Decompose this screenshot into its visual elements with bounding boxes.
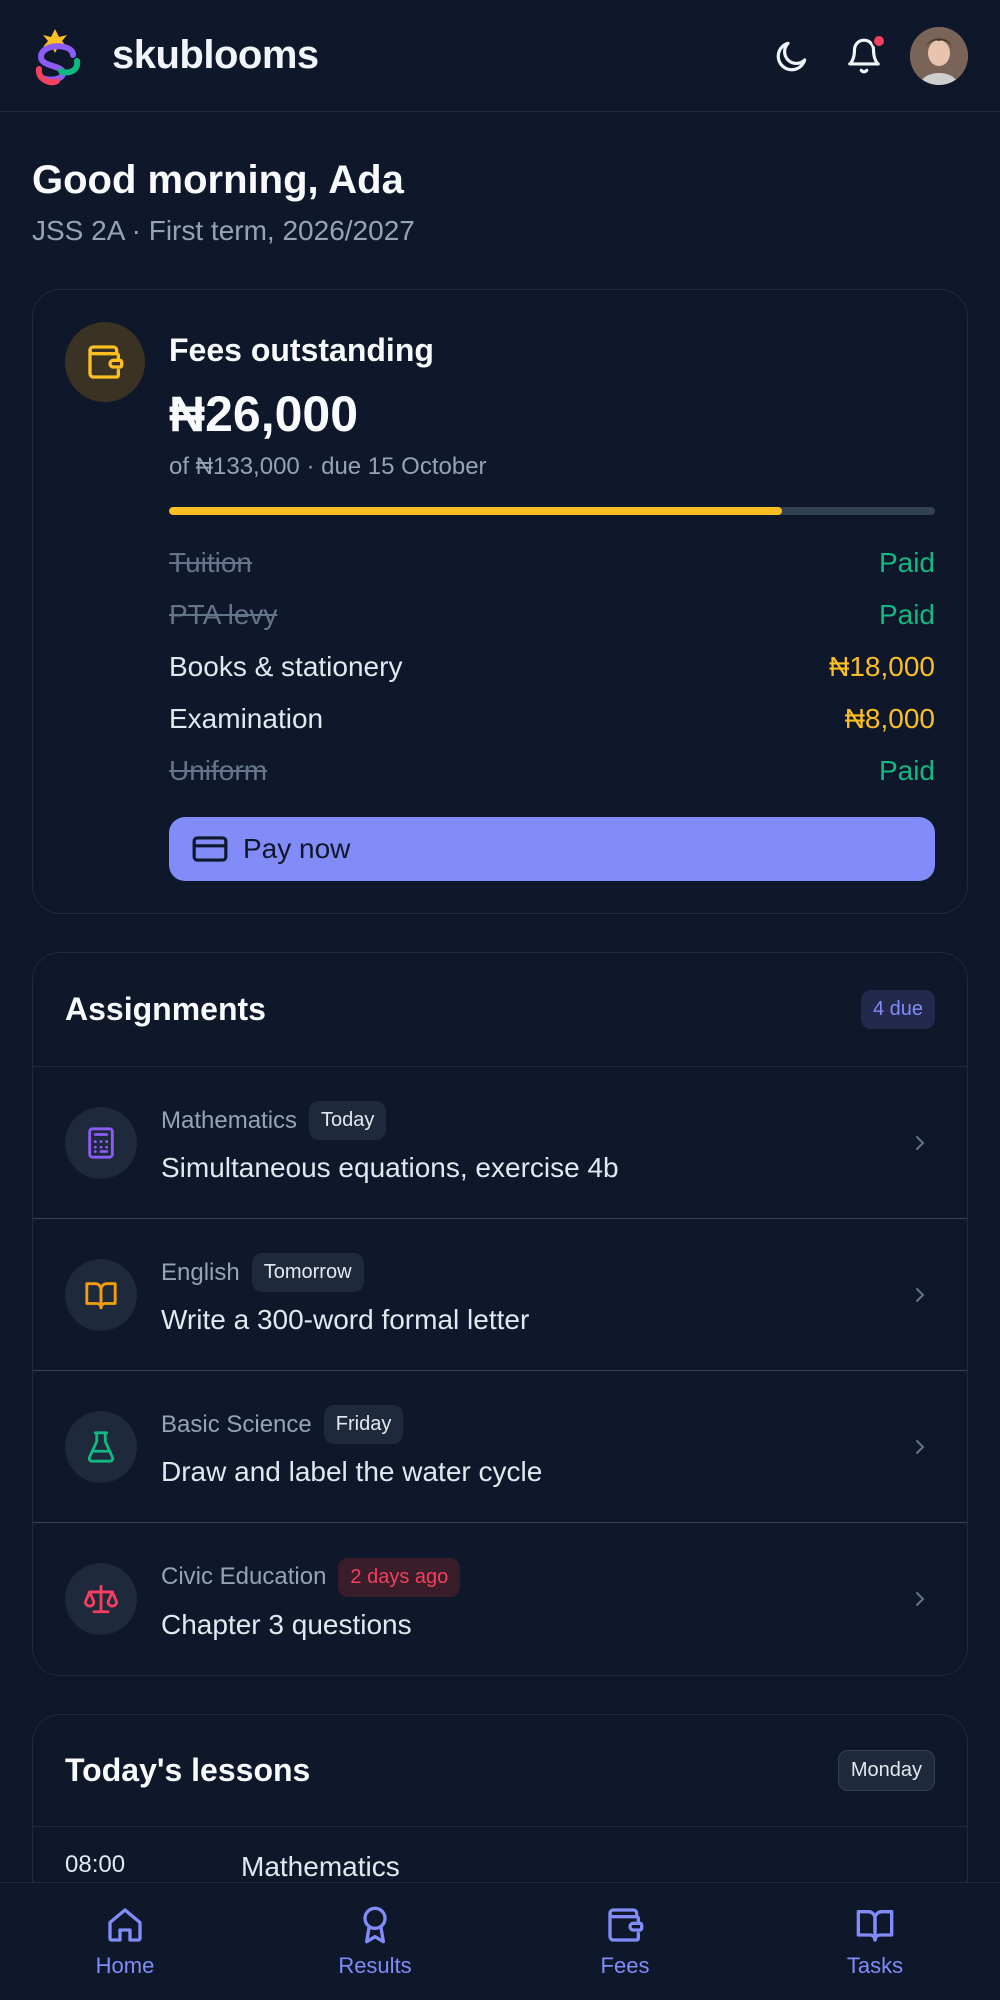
fees-progress-bar [169,507,935,515]
brand-name: skublooms [112,33,319,77]
nav-home[interactable]: Home [0,1883,250,2000]
lessons-title: Today's lessons [65,1752,311,1788]
lessons-day-badge: Monday [837,1750,935,1791]
class-term-label: JSS 2A · First term, 2026/2027 [32,215,415,246]
assignments-header: Assignments 4 due [33,953,967,1067]
assignment-due-tag: Today [309,1101,387,1140]
fee-item-row: PTA levy Paid [169,589,935,641]
nav-results-label: Results [338,1952,412,1978]
fee-item-name: Tuition [169,547,253,578]
assignment-title: Draw and label the water cycle [161,1456,543,1487]
flask-icon [65,1410,137,1483]
assignment-row[interactable]: Civic Education 2 days ago Chapter 3 que… [33,1523,967,1675]
assignments-title: Assignments [65,991,266,1027]
nav-fees-label: Fees [600,1952,650,1978]
fee-item-value: ₦8,000 [844,703,935,734]
book-icon [65,1258,137,1331]
assignments-due-badge: 4 due [860,990,935,1029]
assignment-due-tag: Tomorrow [251,1253,364,1292]
lesson-row[interactable]: 08:00 Mathematics [33,1827,967,1887]
fees-subtitle: of ₦133,000 · due 15 October [169,453,487,480]
lesson-subject: Mathematics [241,1851,400,1882]
book-open-icon [856,1909,894,1942]
notification-dot [872,33,886,48]
bell-icon[interactable] [838,30,890,82]
fees-card: Fees outstanding ₦26,000 of ₦133,000 · d… [32,289,968,914]
assignment-due-tag: Friday [323,1405,404,1444]
pay-now-button[interactable]: Pay now [169,817,935,881]
assignment-title: Write a 300-word formal letter [161,1304,530,1335]
assignment-subject: Mathematics [161,1106,298,1134]
assignment-due-tag: 2 days ago [338,1557,461,1597]
assignment-row[interactable]: Basic Science Friday Draw and label the … [33,1371,967,1523]
award-icon [363,1906,387,1943]
fee-item-name: PTA levy [169,599,278,630]
fee-item-value: ₦18,000 [829,651,935,682]
lesson-time: 08:00 [65,1851,126,1878]
nav-tasks[interactable]: Tasks [750,1883,1000,2000]
fee-item-row: Tuition Paid [169,537,935,589]
fees-amount: ₦26,000 [169,386,359,442]
assignment-title: Chapter 3 questions [161,1608,412,1640]
page-title: Good morning, Ada [32,158,404,202]
fee-item-value: Paid [878,755,935,786]
assignment-subject: Civic Education [161,1563,327,1590]
nav-home-label: Home [95,1952,155,1978]
fees-progress-fill [169,507,782,515]
chevron-right-icon [905,1283,935,1307]
fee-item-row: Books & stationery ₦18,000 [169,641,935,693]
assignment-row[interactable]: Mathematics Today Simultaneous equations… [33,1067,967,1219]
fee-items-list: Tuition Paid PTA levy Paid Books & stati… [169,537,935,797]
chevron-right-icon [905,1435,935,1459]
fee-item-row: Uniform Paid [169,745,935,797]
calculator-icon [65,1106,137,1179]
moon-icon[interactable] [766,30,818,82]
assignment-title: Simultaneous equations, exercise 4b [161,1152,619,1183]
fee-item-name: Uniform [169,755,268,786]
nav-fees[interactable]: Fees [500,1883,750,2000]
fee-item-value: Paid [878,547,935,578]
chevron-right-icon [905,1131,935,1155]
nav-results[interactable]: Results [250,1883,500,2000]
pay-now-label: Pay now [243,833,351,864]
nav-tasks-label: Tasks [846,1952,904,1978]
wallet-icon [608,1907,644,1942]
fees-title: Fees outstanding [169,332,434,368]
assignment-row[interactable]: English Tomorrow Write a 300-word formal… [33,1219,967,1371]
fee-item-name: Examination [169,703,324,734]
lessons-header: Today's lessons Monday [33,1715,967,1827]
scale-icon [65,1563,137,1635]
fee-item-name: Books & stationery [169,651,403,682]
assignments-card: Assignments 4 due Mathematics Today Simu… [32,952,968,1676]
fee-item-value: Paid [878,599,935,630]
credit-card-icon [192,836,228,862]
assignment-subject: Basic Science [161,1410,312,1438]
lessons-card: Today's lessons Monday 08:00 Mathematics [32,1714,968,1887]
avatar[interactable] [910,26,968,85]
assignment-subject: English [161,1258,240,1286]
chevron-right-icon [905,1587,935,1611]
wallet-icon [65,322,145,402]
fee-item-row: Examination ₦8,000 [169,693,935,745]
logo-icon[interactable] [32,24,92,88]
top-bar: skublooms [0,0,1000,112]
bottom-nav: Home Results Fees Tasks [0,1882,1000,2000]
home-icon [108,1907,142,1942]
